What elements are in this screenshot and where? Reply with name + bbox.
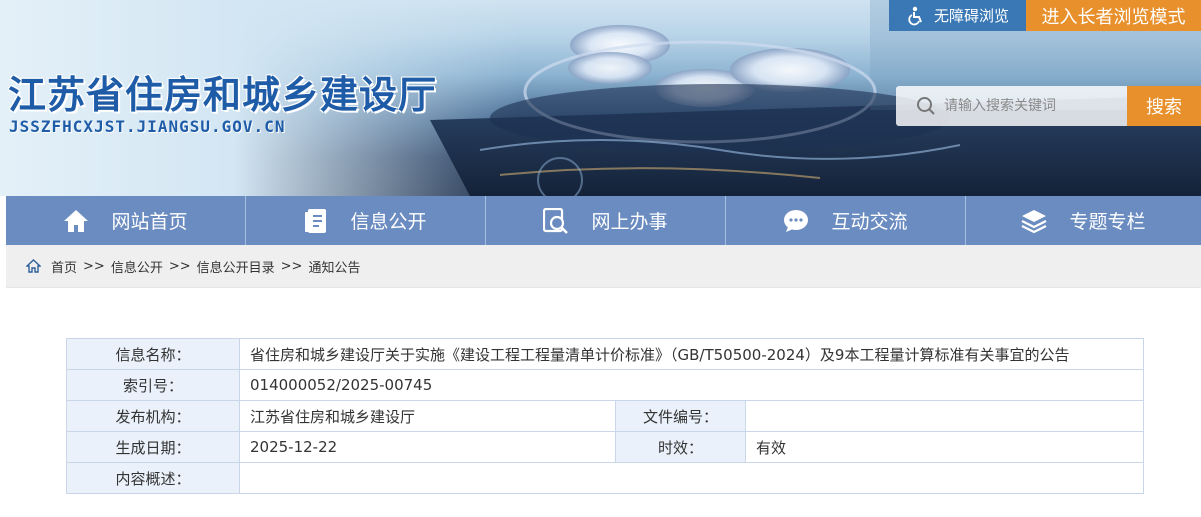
table-row: 内容概述： (66, 462, 1144, 494)
nav-item-label: 网站首页 (111, 211, 188, 233)
search-button[interactable]: 搜索 (1127, 86, 1201, 126)
header-banner: 江苏省住房和城乡建设厅 JSSZFHCXJST.JIANGSU.GOV.CN 无… (0, 0, 1201, 196)
info-name-label: 信息名称： (66, 338, 240, 370)
info-name-value: 省住房和城乡建设厅关于实施《建设工程工程量清单计价标准》（GB/T50500-2… (239, 338, 1144, 370)
index-number-label: 索引号： (66, 369, 240, 401)
accessibility-icon (908, 6, 922, 25)
main-nav: 网站首页 信息公开 网上办事 互动交流 专题专栏 (6, 196, 1201, 245)
breadcrumb-separator: >> (83, 258, 105, 274)
breadcrumb-separator: >> (168, 258, 191, 274)
table-row: 生成日期： 2025-12-22 时效： 有效 (66, 431, 1144, 463)
publisher-value: 江苏省住房和城乡建设厅 (239, 400, 616, 432)
breadcrumb: 首页 >> 信息公开 >> 信息公开目录 >> 通知公告 (6, 245, 1201, 287)
chat-icon (784, 209, 809, 232)
accessibility-label: 无障碍浏览 (933, 7, 1009, 25)
breadcrumb-separator: >> (280, 258, 303, 274)
search-box (896, 86, 1127, 126)
summary-label: 内容概述： (66, 462, 240, 494)
document-number-value (745, 400, 1144, 432)
layers-icon (1021, 209, 1047, 233)
generated-date-value: 2025-12-22 (239, 431, 616, 463)
summary-value (239, 462, 1144, 494)
validity-value: 有效 (745, 431, 1144, 463)
breadcrumb-link-info-disclosure[interactable]: 信息公开 (111, 257, 163, 276)
search-icon (917, 97, 935, 115)
document-icon (305, 208, 327, 233)
validity-label: 时效： (615, 431, 746, 463)
nav-item-home[interactable]: 网站首页 (6, 196, 246, 245)
generated-date-label: 生成日期： (66, 431, 240, 463)
publisher-label: 发布机构： (66, 400, 240, 432)
nav-item-special-topics[interactable]: 专题专栏 (966, 196, 1201, 245)
accessibility-link[interactable]: 无障碍浏览 (889, 0, 1026, 31)
top-links: 无障碍浏览 进入长者浏览模式 (889, 0, 1201, 31)
breadcrumb-link-home[interactable]: 首页 (51, 257, 77, 276)
nav-item-label: 互动交流 (831, 211, 908, 233)
nav-item-online-service[interactable]: 网上办事 (486, 196, 726, 245)
document-number-label: 文件编号： (615, 400, 746, 432)
table-row: 发布机构： 江苏省住房和城乡建设厅 文件编号： (66, 400, 1144, 432)
nav-item-info-disclosure[interactable]: 信息公开 (246, 196, 486, 245)
table-row: 信息名称： 省住房和城乡建设厅关于实施《建设工程工程量清单计价标准》（GB/T5… (66, 338, 1144, 370)
nav-item-label: 信息公开 (350, 211, 427, 233)
breadcrumb-link-info-catalog[interactable]: 信息公开目录 (197, 257, 275, 276)
site-title: 江苏省住房和城乡建设厅 (8, 73, 438, 117)
home-icon (26, 259, 41, 273)
home-icon (64, 209, 89, 232)
search-input[interactable] (944, 98, 1124, 114)
breadcrumb-link-notices[interactable]: 通知公告 (308, 257, 360, 276)
index-number-value: 014000052/2025-00745 (239, 369, 1144, 401)
elder-mode-link[interactable]: 进入长者浏览模式 (1026, 0, 1201, 31)
online-service-icon (543, 207, 569, 234)
table-row: 索引号： 014000052/2025-00745 (66, 369, 1144, 401)
document-meta-table: 信息名称： 省住房和城乡建设厅关于实施《建设工程工程量清单计价标准》（GB/T5… (66, 338, 1144, 494)
nav-item-label: 网上办事 (591, 211, 668, 233)
nav-item-label: 专题专栏 (1069, 211, 1146, 233)
nav-item-interaction[interactable]: 互动交流 (726, 196, 966, 245)
site-domain: JSSZFHCXJST.JIANGSU.GOV.CN (9, 117, 286, 136)
